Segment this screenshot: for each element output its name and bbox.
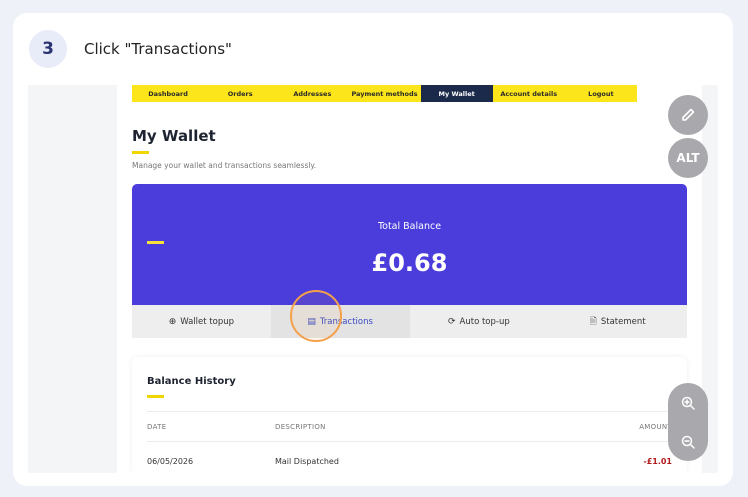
auto-topup-label: Auto top-up xyxy=(459,316,510,327)
balance-history-card: Balance History DATE DESCRIPTION AMOUNT … xyxy=(132,357,687,473)
zoom-controls xyxy=(668,383,708,461)
nav-my-wallet[interactable]: My Wallet xyxy=(420,85,493,102)
history-title: Balance History xyxy=(147,376,236,387)
balance-label: Total Balance xyxy=(377,221,442,232)
row-description: Mail Dispatched xyxy=(275,457,339,466)
refresh-icon: ⟳ xyxy=(447,316,456,327)
row-date: 06/05/2026 xyxy=(147,457,194,466)
auto-topup-button[interactable]: ⟳ Auto top-up xyxy=(410,305,549,338)
plus-circle-icon: ⊕ xyxy=(168,316,177,327)
account-page: Dashboard Orders Addresses Payment metho… xyxy=(117,85,702,473)
screenshot-area: Dashboard Orders Addresses Payment metho… xyxy=(28,85,718,473)
title-underline xyxy=(132,151,149,154)
alt-text-button[interactable]: ALT xyxy=(668,138,708,178)
zoom-in-button[interactable] xyxy=(668,383,708,422)
zoom-in-icon xyxy=(681,396,695,410)
row-divider xyxy=(147,441,672,442)
balance-accent-dash xyxy=(147,241,164,244)
pencil-icon xyxy=(682,108,695,121)
step-instruction: Click "Transactions" xyxy=(84,40,232,58)
nav-orders[interactable]: Orders xyxy=(204,85,276,102)
statement-label: Statement xyxy=(600,316,646,327)
step-card: 3 Click "Transactions" Dashboard Orders … xyxy=(13,13,733,486)
page-subtitle: Manage your wallet and transactions seam… xyxy=(132,161,317,170)
nav-logout[interactable]: Logout xyxy=(565,85,637,102)
nav-account-details[interactable]: Account details xyxy=(493,85,565,102)
history-divider xyxy=(147,411,672,412)
column-header-description: DESCRIPTION xyxy=(275,423,326,431)
wallet-actions: ⊕ Wallet topup ▤ Transactions ⟳ Auto top… xyxy=(132,305,687,338)
wallet-topup-label: Wallet topup xyxy=(180,316,235,327)
edit-button[interactable] xyxy=(668,95,708,135)
balance-amount: £0.68 xyxy=(371,249,448,277)
wallet-topup-button[interactable]: ⊕ Wallet topup xyxy=(132,305,271,338)
click-highlight xyxy=(290,290,342,342)
statement-button[interactable]: 🗎 Statement xyxy=(548,305,687,338)
step-number-badge: 3 xyxy=(29,30,67,68)
history-underline xyxy=(147,395,164,398)
nav-dashboard[interactable]: Dashboard xyxy=(132,85,204,102)
nav-payment-methods[interactable]: Payment methods xyxy=(348,85,420,102)
zoom-out-icon xyxy=(681,435,695,449)
document-icon: 🗎 xyxy=(589,316,597,327)
account-nav: Dashboard Orders Addresses Payment metho… xyxy=(132,85,637,102)
nav-addresses[interactable]: Addresses xyxy=(276,85,348,102)
page-title: My Wallet xyxy=(132,127,216,145)
balance-panel: Total Balance £0.68 xyxy=(132,184,687,305)
column-header-date: DATE xyxy=(147,423,167,431)
zoom-out-button[interactable] xyxy=(668,422,708,461)
